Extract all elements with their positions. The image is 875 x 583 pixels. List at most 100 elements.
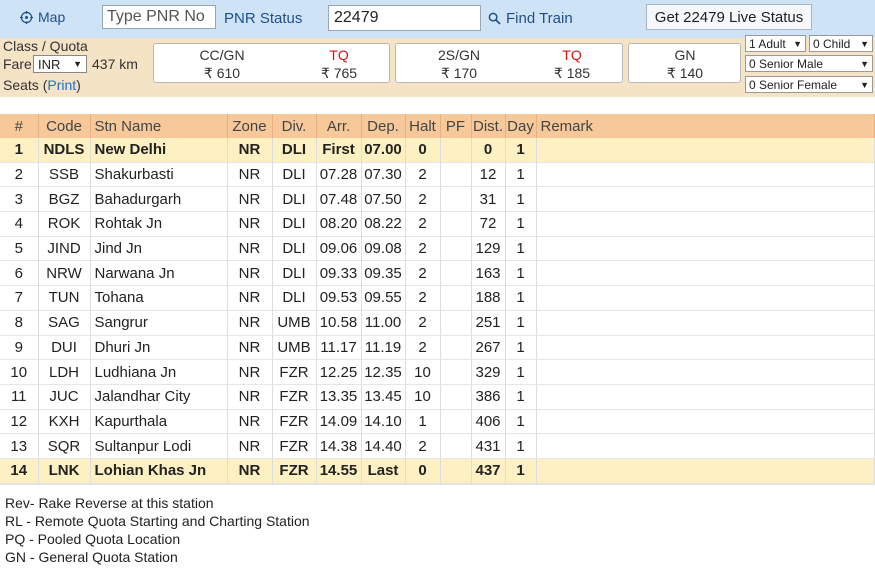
cell-remark (536, 138, 875, 163)
cell-day: 1 (505, 162, 537, 188)
cell-stn-name[interactable]: Rohtak Jn (90, 211, 228, 237)
find-train-link[interactable]: Find Train (488, 10, 573, 27)
dropdown-arrow-icon: ▼ (73, 59, 82, 69)
cell-div: DLI (272, 138, 317, 163)
cell-stn-name[interactable]: New Delhi (90, 138, 228, 163)
cell-stn-name[interactable]: Kapurthala (90, 409, 228, 435)
table-header-row: # Code Stn Name Zone Div. Arr. Dep. Halt… (0, 114, 875, 138)
cell-stn-name[interactable]: Lohian Khas Jn (90, 458, 228, 484)
col-header-div: Div. (272, 114, 317, 138)
cell-dep: 14.40 (361, 433, 406, 459)
cell-code: SAG (38, 310, 91, 336)
cell-remark (536, 310, 875, 336)
cell-arr: 08.20 (316, 211, 362, 237)
cell-dep: 14.10 (361, 409, 406, 435)
fare-group-2s[interactable]: 2S/GN ₹ 170 TQ ₹ 185 (395, 43, 623, 83)
cell-code: KXH (38, 409, 91, 435)
cell-stn-name[interactable]: Narwana Jn (90, 260, 228, 287)
cell-num: 4 (0, 211, 39, 237)
cell-pf (440, 359, 472, 385)
cell-zone: NR (227, 186, 273, 213)
table-row[interactable]: 8 SAG Sangrur NR UMB 10.58 11.00 2 251 1 (0, 310, 875, 336)
cell-zone: NR (227, 260, 273, 287)
cell-div: FZR (272, 433, 317, 459)
cell-dep: 11.19 (361, 335, 406, 361)
cell-div: FZR (272, 384, 317, 410)
fare-class-gn[interactable]: GN ₹ 140 (645, 46, 725, 82)
cell-halt: 10 (405, 384, 441, 410)
cell-dep: 13.45 (361, 384, 406, 410)
cell-arr: 10.58 (316, 310, 362, 336)
child-select[interactable]: 0 Child ▼ (809, 35, 873, 52)
currency-value: INR (38, 56, 61, 72)
fare-group-cc[interactable]: CC/GN ₹ 610 TQ ₹ 765 (153, 43, 390, 83)
cell-stn-name[interactable]: Sultanpur Lodi (90, 433, 228, 459)
map-link[interactable]: Map (20, 9, 65, 25)
cell-dep: 08.22 (361, 211, 406, 237)
cell-dist: 163 (471, 260, 506, 287)
cell-halt: 1 (405, 409, 441, 435)
cell-dist: 406 (471, 409, 506, 435)
cell-pf (440, 236, 472, 262)
cell-stn-name[interactable]: Sangrur (90, 310, 228, 336)
table-row[interactable]: 12 KXH Kapurthala NR FZR 14.09 14.10 1 406 1 (0, 409, 875, 435)
table-row[interactable]: 7 TUN Tohana NR DLI 09.53 09.55 2 188 1 (0, 285, 875, 311)
cell-stn-name[interactable]: Ludhiana Jn (90, 359, 228, 385)
fare-class-cc-gn[interactable]: CC/GN ₹ 610 (182, 46, 262, 82)
live-status-button[interactable]: Get 22479 Live Status (646, 4, 812, 30)
senior-female-select[interactable]: 0 Senior Female ▼ (745, 76, 873, 93)
cell-arr: 14.09 (316, 409, 362, 435)
cell-num: 8 (0, 310, 39, 336)
cell-stn-name[interactable]: Jind Jn (90, 236, 228, 262)
cell-stn-name[interactable]: Jalandhar City (90, 384, 228, 410)
cell-stn-name[interactable]: Bahadurgarh (90, 186, 228, 213)
search-icon (488, 12, 501, 25)
cell-div: UMB (272, 335, 317, 361)
cell-div: UMB (272, 310, 317, 336)
train-number-input[interactable] (328, 5, 481, 31)
cell-arr: 09.06 (316, 236, 362, 262)
cell-stn-name[interactable]: Shakurbasti (90, 162, 228, 188)
cell-day: 1 (505, 236, 537, 262)
pnr-input[interactable] (102, 5, 216, 29)
cell-dist: 329 (471, 359, 506, 385)
cell-remark (536, 236, 875, 262)
fare-class-2s-gn[interactable]: 2S/GN ₹ 170 (419, 46, 499, 82)
table-row[interactable]: 3 BGZ Bahadurgarh NR DLI 07.48 07.50 2 31 1 (0, 186, 875, 213)
cell-halt: 0 (405, 138, 441, 163)
pnr-status-link[interactable]: PNR Status (224, 10, 302, 27)
cell-halt: 2 (405, 236, 441, 262)
cell-code: TUN (38, 285, 91, 311)
senior-male-select[interactable]: 0 Senior Male ▼ (745, 55, 873, 72)
table-row[interactable]: 13 SQR Sultanpur Lodi NR FZR 14.38 14.40 2 431 1 (0, 433, 875, 459)
fare-class-cc-tq[interactable]: TQ ₹ 765 (299, 46, 379, 82)
table-row[interactable]: 9 DUI Dhuri Jn NR UMB 11.17 11.19 2 267 1 (0, 335, 875, 361)
table-row[interactable]: 6 NRW Narwana Jn NR DLI 09.33 09.35 2 163 1 (0, 260, 875, 287)
legend-item-pq: PQ - Pooled Quota Location (5, 531, 181, 547)
legend-item-rl: RL - Remote Quota Starting and Charting … (5, 513, 310, 529)
table-row[interactable]: 2 SSB Shakurbasti NR DLI 07.28 07.30 2 12 1 (0, 162, 875, 188)
cell-code: LNK (38, 458, 91, 484)
seats-label: Seats (Print) (3, 77, 81, 93)
cell-code: ROK (38, 211, 91, 237)
currency-select[interactable]: INR ▼ (33, 55, 87, 73)
fare-label: Fare (3, 56, 32, 72)
cell-num: 10 (0, 359, 39, 385)
fare-class-2s-tq[interactable]: TQ ₹ 185 (532, 46, 612, 82)
table-bottom-divider (0, 484, 875, 485)
adult-select[interactable]: 1 Adult ▼ (745, 35, 806, 52)
print-link[interactable]: Print (47, 77, 76, 93)
cell-remark (536, 458, 875, 484)
fare-group-gn[interactable]: GN ₹ 140 (628, 43, 741, 83)
cell-zone: NR (227, 236, 273, 262)
table-row[interactable]: 1 NDLS New Delhi NR DLI First 07.00 0 0 1 (0, 138, 875, 163)
table-row[interactable]: 5 JIND Jind Jn NR DLI 09.06 09.08 2 129 1 (0, 236, 875, 262)
table-row[interactable]: 11 JUC Jalandhar City NR FZR 13.35 13.45 10 386 1 (0, 384, 875, 410)
cell-dep: 09.08 (361, 236, 406, 262)
cell-code: SQR (38, 433, 91, 459)
table-row[interactable]: 14 LNK Lohian Khas Jn NR FZR 14.55 Last 0 437 1 (0, 458, 875, 484)
table-row[interactable]: 10 LDH Ludhiana Jn NR FZR 12.25 12.35 10 329 1 (0, 359, 875, 385)
cell-stn-name[interactable]: Tohana (90, 285, 228, 311)
cell-stn-name[interactable]: Dhuri Jn (90, 335, 228, 361)
table-row[interactable]: 4 ROK Rohtak Jn NR DLI 08.20 08.22 2 72 1 (0, 211, 875, 237)
